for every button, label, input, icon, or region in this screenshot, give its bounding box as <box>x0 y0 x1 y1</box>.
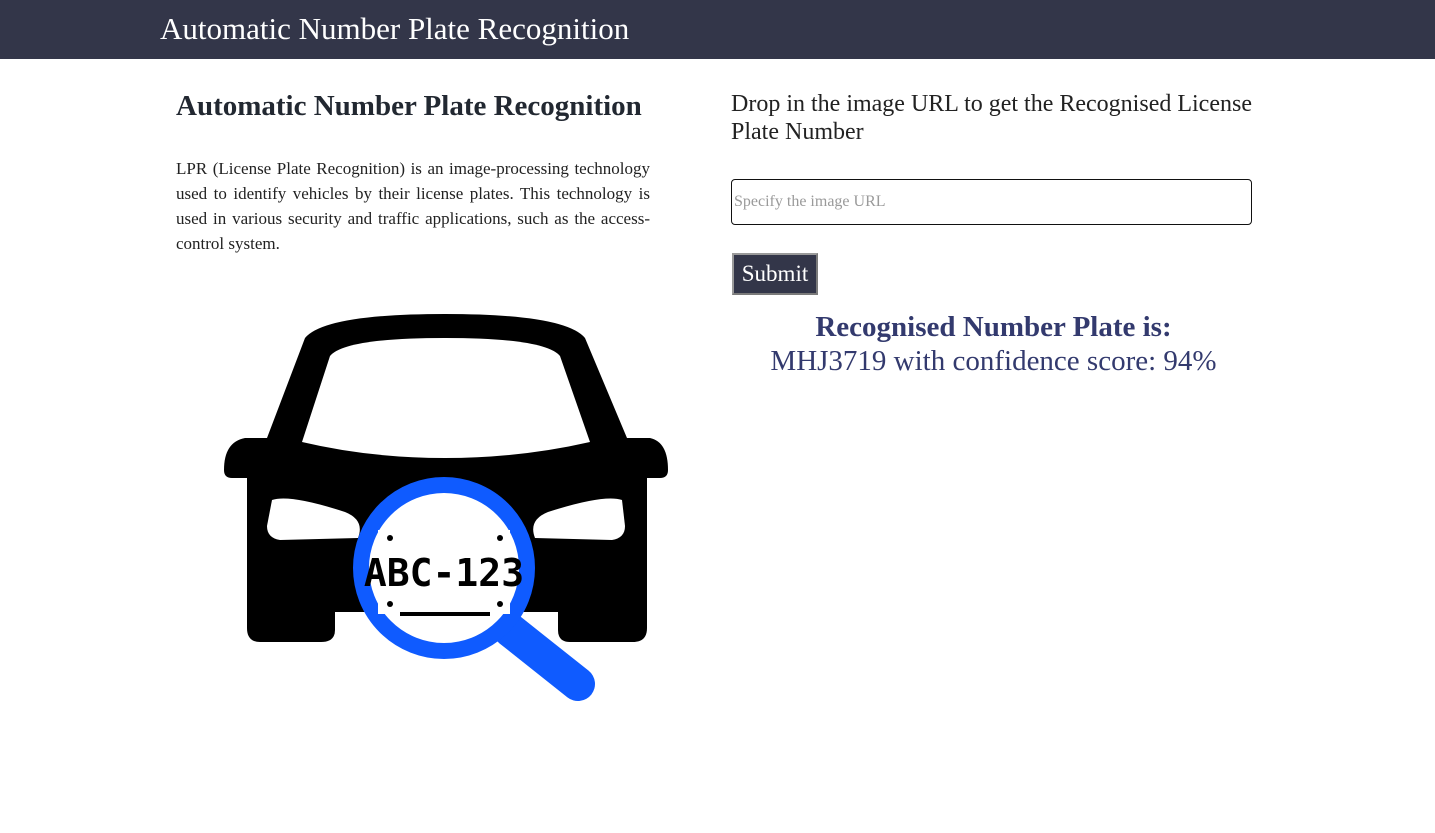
result-value: MHJ3719 with confidence score: 94% <box>770 345 1217 377</box>
intro-section: Automatic Number Plate Recognition LPR (… <box>176 90 650 273</box>
url-form-section: Drop in the image URL to get the Recogni… <box>731 90 1256 377</box>
submit-button[interactable]: Submit <box>732 253 818 295</box>
form-prompt: Drop in the image URL to get the Recogni… <box>731 91 1252 145</box>
image-url-input[interactable] <box>731 179 1252 225</box>
top-navbar: Automatic Number Plate Recognition <box>0 0 1435 59</box>
result-block: Recognised Number Plate is: MHJ3719 with… <box>731 310 1256 378</box>
app-title: Automatic Number Plate Recognition <box>160 11 630 46</box>
intro-description: LPR (License Plate Recognition) is an im… <box>176 159 650 253</box>
car-with-magnifier-icon: ABC-123 <box>224 314 668 701</box>
intro-heading: Automatic Number Plate Recognition <box>176 90 642 122</box>
result-title: Recognised Number Plate is: <box>815 311 1172 343</box>
plate-text: ABC-123 <box>364 551 524 595</box>
